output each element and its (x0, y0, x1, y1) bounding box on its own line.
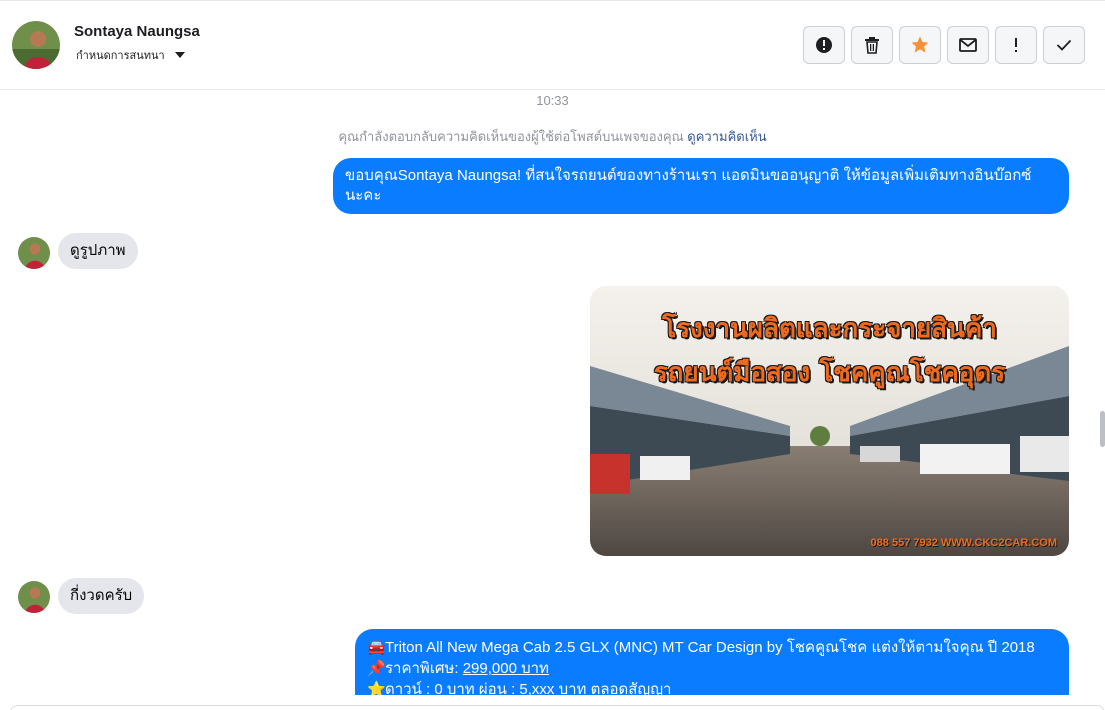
report-button[interactable] (803, 26, 845, 64)
incoming-message[interactable]: กี่งวดครับ (58, 578, 145, 614)
incoming-message[interactable]: ดูรูปภาพ (58, 233, 138, 269)
delete-button[interactable] (851, 26, 893, 64)
image-contact-footer: 088 557 7932 WWW.CKC2CAR.COM (870, 537, 1057, 549)
outgoing-message[interactable]: ขอบคุณSontaya Naungsa! ที่สนใจรถยนต์ของท… (333, 158, 1069, 214)
envelope-icon (959, 38, 977, 52)
spam-button[interactable] (995, 26, 1037, 64)
message-thread[interactable]: 10:33 คุณกำลังตอบกลับความคิดเห็นของผู้ใช… (0, 91, 1105, 695)
pushpin-emoji-icon: 📌 (367, 660, 386, 677)
check-icon (1056, 39, 1072, 51)
sender-avatar[interactable] (18, 237, 50, 269)
star-button[interactable] (899, 26, 941, 64)
car-price-value: 299,000 บาท (462, 660, 549, 677)
system-note-text: คุณกำลังตอบกลับความคิดเห็นของผู้ใช้ต่อโพ… (338, 129, 684, 144)
sender-avatar[interactable] (18, 581, 50, 613)
car-title: Triton All New Mega Cab 2.5 GLX (MNC) MT… (385, 639, 1035, 656)
message-text-line2: นะคะ (345, 187, 382, 204)
image-heading-line2: รถยนต์มือสอง โชคคูณโชคอุดร (653, 358, 1006, 388)
trash-icon (865, 37, 879, 54)
message-composer[interactable] (10, 705, 1105, 710)
message-timestamp: 10:33 (536, 93, 569, 108)
conversation-header: Sontaya Naungsa กำหนดการสนทนา (0, 0, 1105, 90)
star-icon (911, 36, 929, 53)
car-price-label: ราคาพิเศษ: (385, 660, 459, 677)
message-text-line1: ขอบคุณSontaya Naungsa! ที่สนใจรถยนต์ของท… (345, 167, 1032, 184)
car-title-line: 🚘Triton All New Mega Cab 2.5 GLX (MNC) M… (367, 637, 1057, 658)
contact-avatar[interactable] (12, 21, 60, 69)
car-terms: ดาวน์ : 0 บาท ผ่อน : 5,xxx บาท ตลอดสัญญา (385, 681, 672, 695)
car-terms-line: ⭐ดาวน์ : 0 บาท ผ่อน : 5,xxx บาท ตลอดสัญญ… (367, 679, 1057, 695)
mark-done-button[interactable] (1043, 26, 1085, 64)
thread-scrollbar[interactable] (1099, 91, 1105, 695)
alert-circle-icon (816, 37, 832, 53)
car-price-line: 📌ราคาพิเศษ: 299,000 บาท (367, 658, 1057, 679)
mark-unread-button[interactable] (947, 26, 989, 64)
image-heading-line1: โรงงานผลิตและกระจายสินค้า (662, 314, 997, 344)
header-actions (803, 26, 1085, 64)
car-emoji-icon: 🚘 (367, 639, 386, 656)
conversation-settings-label: กำหนดการสนทนา (76, 50, 165, 62)
contact-name[interactable]: Sontaya Naungsa (74, 23, 200, 40)
view-comment-link[interactable]: ดูความคิดเห็น (687, 129, 766, 144)
star-emoji-icon: ⭐ (367, 681, 386, 695)
messenger-inbox: Sontaya Naungsa กำหนดการสนทนา 10:33 คุณก… (0, 0, 1105, 710)
top-divider (0, 0, 1105, 1)
conversation-settings-dropdown[interactable]: กำหนดการสนทนา (76, 46, 185, 64)
car-offer-message[interactable]: 🚘Triton All New Mega Cab 2.5 GLX (MNC) M… (355, 629, 1069, 695)
caret-down-icon (174, 52, 185, 58)
image-attachment[interactable]: โรงงานผลิตและกระจายสินค้า รถยนต์มือสอง โ… (590, 286, 1069, 556)
system-note: คุณกำลังตอบกลับความคิดเห็นของผู้ใช้ต่อโพ… (0, 126, 1105, 147)
exclamation-icon (1015, 38, 1017, 52)
scrollbar-thumb[interactable] (1100, 411, 1105, 447)
